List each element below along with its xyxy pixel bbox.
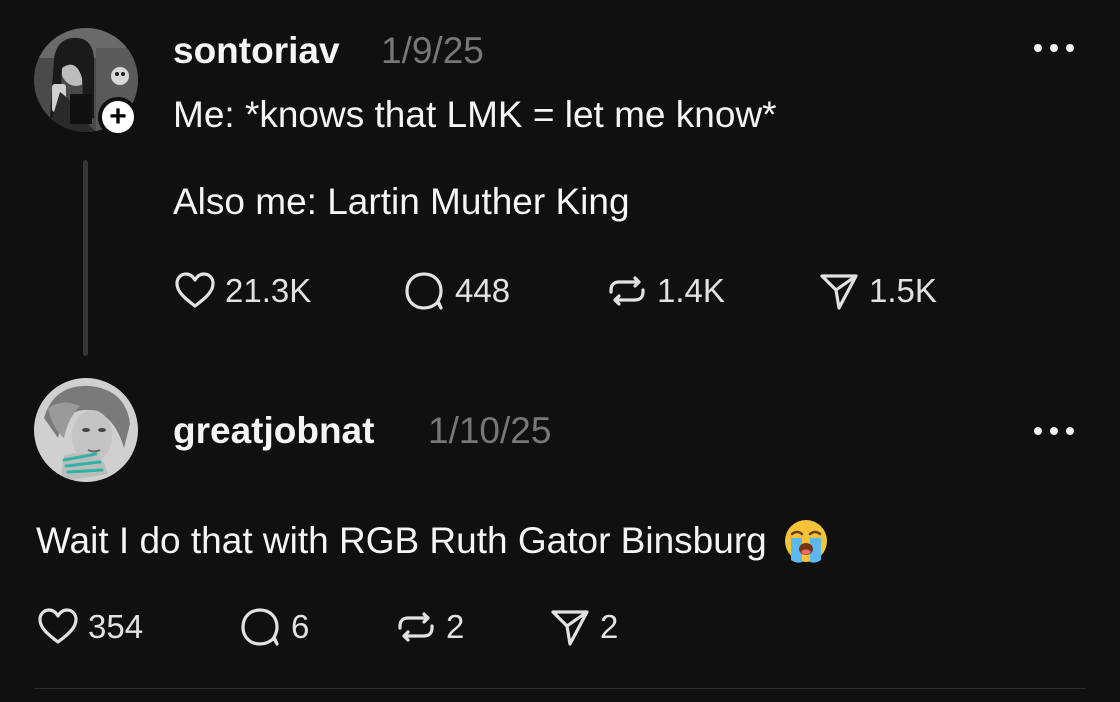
heart-icon: [175, 272, 215, 308]
post-text-line: Also me: Lartin Muther King: [173, 181, 630, 222]
username[interactable]: greatjobnat: [173, 410, 374, 452]
reply-button[interactable]: 448: [403, 270, 510, 312]
ellipsis-icon: [1066, 427, 1074, 435]
post-date: 1/9/25: [381, 30, 484, 71]
ellipsis-icon: [1050, 44, 1058, 52]
reply-count: 6: [291, 608, 310, 645]
post-greatjobnat: greatjobnat 1/10/25 Wait I do that with …: [0, 370, 1120, 702]
repost-button[interactable]: 1.4K: [605, 270, 725, 312]
share-button[interactable]: 1.5K: [817, 270, 937, 312]
reply-count: 448: [455, 272, 511, 309]
repost-count: 1.4K: [657, 272, 725, 309]
divider: [34, 688, 1086, 689]
comment-bubble-icon: [405, 272, 443, 310]
repost-icon: [398, 612, 434, 642]
like-button[interactable]: 354: [36, 606, 143, 648]
like-count: 354: [88, 608, 144, 645]
repost-icon: [609, 276, 645, 306]
post-date: 1/10/25: [428, 410, 552, 451]
send-icon: [820, 274, 858, 310]
avatar[interactable]: [34, 378, 138, 482]
ellipsis-icon: [1066, 44, 1074, 52]
ellipsis-icon: [1034, 44, 1042, 52]
thread-line: [83, 160, 88, 356]
post-text: Wait I do that with RGB Ruth Gator Binsb…: [36, 520, 767, 561]
post-sontoriav: + sontoriav 1/9/25 Me: *knows that LMK =…: [0, 0, 1120, 370]
send-icon: [551, 610, 589, 646]
more-options-button[interactable]: [1034, 42, 1074, 54]
like-count: 21.3K: [225, 272, 312, 309]
plus-icon: +: [109, 100, 127, 133]
follow-button[interactable]: +: [98, 97, 138, 137]
share-count: 1.5K: [869, 272, 937, 309]
heart-icon: [38, 608, 78, 644]
like-button[interactable]: 21.3K: [173, 270, 311, 312]
loudly-crying-face-emoji: [784, 520, 827, 563]
share-button[interactable]: 2: [548, 606, 618, 648]
ellipsis-icon: [1050, 427, 1058, 435]
comment-bubble-icon: [241, 608, 279, 646]
repost-button[interactable]: 2: [394, 606, 464, 648]
more-options-button[interactable]: [1034, 425, 1074, 437]
post-text-line: Me: *knows that LMK = let me know*: [173, 94, 777, 135]
reply-button[interactable]: 6: [239, 606, 309, 648]
username[interactable]: sontoriav: [173, 30, 340, 72]
repost-count: 2: [446, 608, 465, 645]
ellipsis-icon: [1034, 427, 1042, 435]
post-text-line: Wait I do that with RGB Ruth Gator Binsb…: [36, 518, 829, 564]
share-count: 2: [600, 608, 619, 645]
